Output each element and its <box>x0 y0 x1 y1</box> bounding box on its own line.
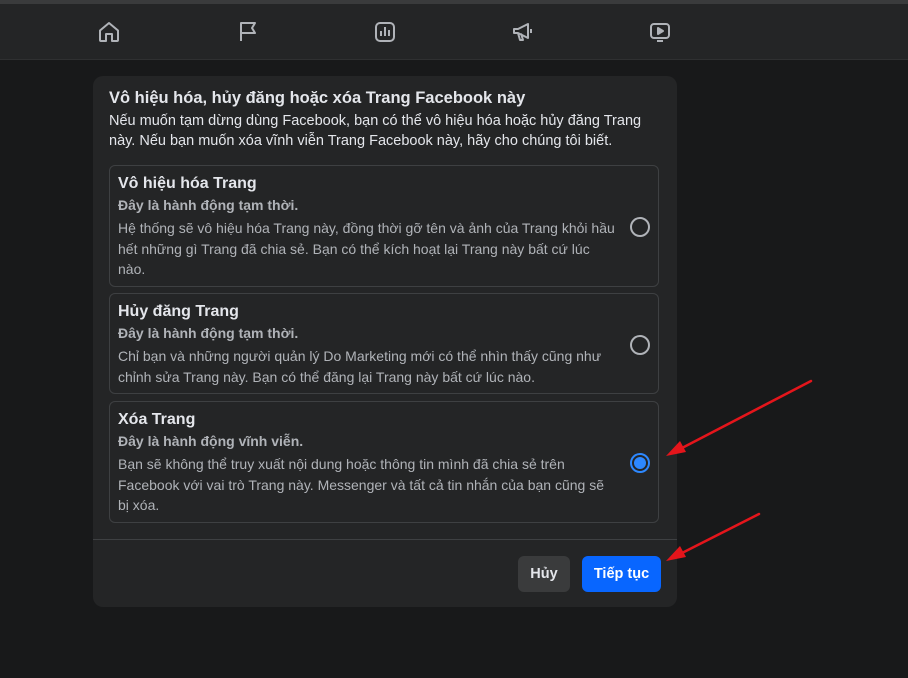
flag-icon[interactable] <box>235 19 261 45</box>
option-title: Xóa Trang <box>118 411 196 428</box>
insights-icon[interactable] <box>372 19 398 45</box>
video-icon[interactable] <box>647 19 673 45</box>
option-subtitle: Đây là hành động tạm thời. <box>118 325 299 341</box>
option-description: Hệ thống sẽ vô hiệu hóa Trang này, đồng … <box>118 220 615 277</box>
option-unpublish-page[interactable]: Hủy đăng Trang Đây là hành động tạm thời… <box>109 293 659 394</box>
continue-button[interactable]: Tiếp tục <box>582 556 661 592</box>
delete-page-dialog: Vô hiệu hóa, hủy đăng hoặc xóa Trang Fac… <box>93 76 677 607</box>
option-subtitle: Đây là hành động tạm thời. <box>118 197 299 213</box>
option-subtitle: Đây là hành động vĩnh viễn. <box>118 433 304 449</box>
option-description: Bạn sẽ không thể truy xuất nội dung hoặc… <box>118 456 604 513</box>
radio-deactivate-page[interactable] <box>630 217 650 237</box>
option-title: Vô hiệu hóa Trang <box>118 175 257 192</box>
option-deactivate-page[interactable]: Vô hiệu hóa Trang Đây là hành động tạm t… <box>109 165 659 287</box>
cancel-button[interactable]: Hủy <box>518 556 570 592</box>
option-delete-page[interactable]: Xóa Trang Đây là hành động vĩnh viễn. Bạ… <box>109 401 659 523</box>
top-navigation-bar <box>0 4 908 60</box>
dialog-title: Vô hiệu hóa, hủy đăng hoặc xóa Trang Fac… <box>109 89 526 107</box>
footer-divider <box>93 539 677 540</box>
option-title: Hủy đăng Trang <box>118 303 239 320</box>
annotation-arrow-to-continue-button <box>666 512 761 561</box>
home-icon[interactable] <box>96 19 122 45</box>
annotation-arrow-to-delete-option <box>666 379 813 456</box>
radio-unpublish-page[interactable] <box>630 335 650 355</box>
radio-delete-page[interactable] <box>630 453 650 473</box>
megaphone-icon[interactable] <box>510 19 536 45</box>
option-description: Chỉ bạn và những người quản lý Do Market… <box>118 348 602 385</box>
dialog-description: Nếu muốn tạm dừng dùng Facebook, bạn có … <box>109 113 642 149</box>
